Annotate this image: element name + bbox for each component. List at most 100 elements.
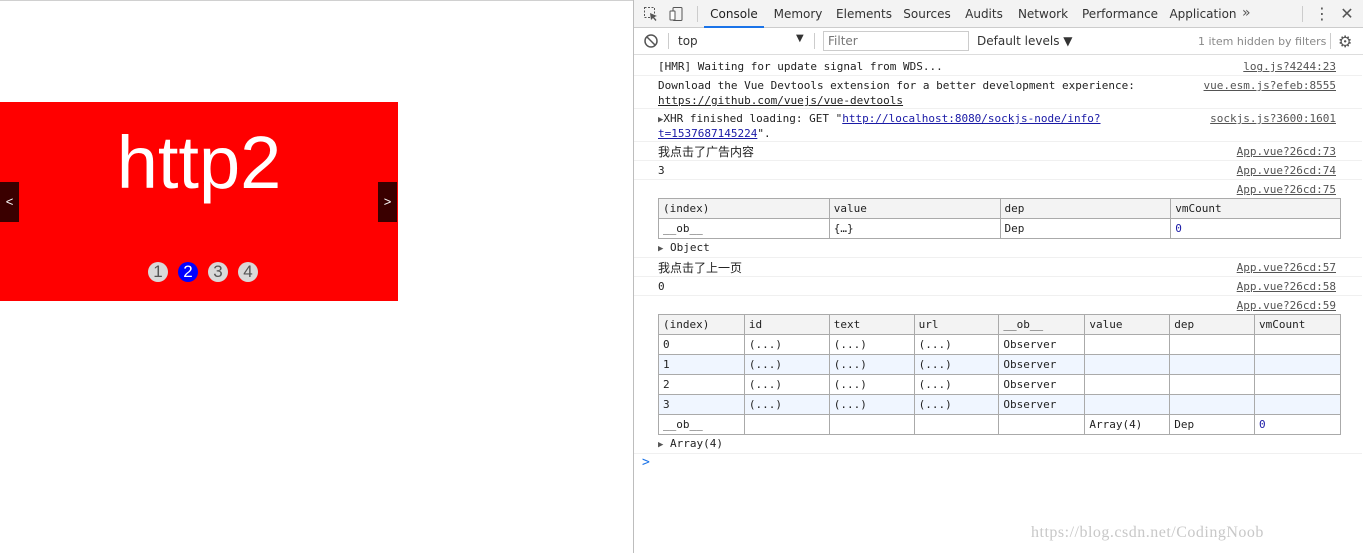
table-header[interactable]: (index) [658, 314, 745, 335]
table-header[interactable]: value [1084, 314, 1171, 335]
table-header[interactable]: (index) [658, 198, 830, 219]
table-cell: Dep [999, 218, 1172, 239]
xhr-url-link[interactable]: t=1537687145224 [658, 127, 757, 140]
source-link[interactable]: vue.esm.js?efeb:8555 [1204, 78, 1336, 94]
xhr-url-link[interactable]: http://localhost:8080/sockjs-node/info? [842, 112, 1100, 125]
table-cell [1169, 394, 1256, 415]
table-row: 3 (...) (...) (...) Observer [658, 394, 1341, 415]
tab-performance[interactable]: Performance [1082, 0, 1158, 28]
table-header[interactable]: text [828, 314, 915, 335]
settings-gear-icon[interactable]: ⚙ [1338, 32, 1352, 51]
table-cell [1084, 374, 1171, 395]
table-cell [828, 414, 915, 435]
toolbar-divider [1330, 33, 1331, 49]
prev-button[interactable]: < [0, 182, 19, 222]
table-cell: Observer [998, 334, 1086, 355]
console-filter-bar: top ▼ Default levels ▼ 1 item hidden by … [634, 28, 1363, 55]
table-row: __ob__ Array(4) Dep 0 [658, 414, 1341, 435]
tab-console[interactable]: Console [704, 0, 764, 28]
table-row: __ob__ {…} Dep 0 [658, 218, 1341, 239]
tab-memory[interactable]: Memory [770, 0, 826, 28]
carousel-dot-3[interactable]: 3 [208, 262, 228, 282]
table-cell: (...) [743, 334, 830, 355]
table-cell [1254, 334, 1341, 355]
table-cell: Observer [998, 394, 1086, 415]
tab-audits[interactable]: Audits [962, 0, 1006, 28]
table-cell: (...) [913, 334, 1000, 355]
table-cell [743, 414, 830, 435]
more-tabs-icon[interactable]: » [1242, 0, 1251, 28]
table-cell: (...) [913, 374, 1000, 395]
slide-text: http2 [116, 121, 282, 204]
carousel: http2 < > 1 2 3 4 [0, 102, 398, 301]
device-toolbar-icon[interactable] [669, 6, 685, 22]
clear-console-icon[interactable] [643, 33, 659, 49]
table-cell: (...) [828, 354, 915, 375]
carousel-dot-2[interactable]: 2 [178, 262, 198, 282]
source-link[interactable]: App.vue?26cd:57 [1237, 260, 1336, 276]
carousel-dots: 1 2 3 4 [0, 262, 398, 282]
message-value: 0 [658, 280, 665, 293]
table-cell: Observer [998, 354, 1086, 375]
array-expander[interactable]: ▶ Array(4) [658, 436, 723, 453]
tab-elements[interactable]: Elements [834, 0, 894, 28]
table-cell: 3 [658, 394, 745, 415]
table-row: 1 (...) (...) (...) Observer [658, 354, 1341, 375]
source-link[interactable]: sockjs.js?3600:1601 [1210, 111, 1336, 127]
next-button[interactable]: > [378, 182, 397, 222]
console-message: 我点击了广告内容 App.vue?26cd:73 [634, 142, 1362, 161]
table-header[interactable]: vmCount [1254, 314, 1341, 335]
table-cell [1254, 354, 1341, 375]
dropdown-arrow-icon[interactable]: ▼ [796, 33, 804, 44]
table-header[interactable]: dep [999, 198, 1172, 219]
message-text: Object [670, 241, 710, 254]
table-header[interactable]: dep [1169, 314, 1256, 335]
tab-network[interactable]: Network [1014, 0, 1072, 28]
table-cell: (...) [743, 354, 830, 375]
tab-application[interactable]: Application [1166, 0, 1240, 28]
table-cell: {…} [828, 218, 1001, 239]
close-icon[interactable]: ✕ [1340, 0, 1354, 28]
source-link[interactable]: log.js?4244:23 [1243, 59, 1336, 75]
tab-sources[interactable]: Sources [901, 0, 953, 28]
table-header[interactable]: __ob__ [998, 314, 1086, 335]
table-cell [1169, 334, 1256, 355]
table-cell: 2 [658, 374, 745, 395]
table-cell [1254, 374, 1341, 395]
table-header[interactable]: vmCount [1170, 198, 1341, 219]
table-cell: 0 [658, 334, 745, 355]
table-cell: __ob__ [658, 414, 745, 435]
filter-input[interactable] [823, 31, 969, 51]
inspect-element-icon[interactable] [643, 6, 659, 22]
table-header[interactable]: id [743, 314, 830, 335]
source-link[interactable]: App.vue?26cd:59 [1237, 298, 1336, 314]
table-cell: (...) [913, 394, 1000, 415]
table-cell: __ob__ [658, 218, 830, 239]
table-header[interactable]: value [828, 198, 1001, 219]
source-link[interactable]: App.vue?26cd:58 [1237, 279, 1336, 295]
source-link[interactable]: App.vue?26cd:74 [1237, 163, 1336, 179]
console-prompt-icon[interactable]: > [642, 455, 650, 470]
carousel-dot-1[interactable]: 1 [148, 262, 168, 282]
message-text: 我点击了广告内容 [658, 145, 755, 159]
table-cell: (...) [913, 354, 1000, 375]
carousel-dot-4[interactable]: 4 [238, 262, 258, 282]
table-cell [1169, 354, 1256, 375]
source-link[interactable]: App.vue?26cd:73 [1237, 144, 1336, 160]
object-expander[interactable]: ▶ Object [658, 240, 710, 257]
source-link[interactable]: App.vue?26cd:75 [1237, 182, 1336, 198]
disclosure-triangle-icon[interactable]: ▶ [658, 440, 663, 450]
table-cell: Array(4) [1084, 414, 1171, 435]
kebab-menu-icon[interactable]: ⋮ [1314, 0, 1330, 28]
devtools-link[interactable]: https://github.com/vuejs/vue-devtools [658, 93, 903, 109]
console-message: 3 App.vue?26cd:74 [634, 161, 1362, 180]
message-value: 3 [658, 164, 665, 177]
disclosure-triangle-icon[interactable]: ▶ [658, 244, 663, 254]
table-cell: (...) [828, 334, 915, 355]
message-text: [HMR] Waiting for update signal from WDS… [658, 60, 943, 73]
console-message: ▶XHR finished loading: GET "http://local… [634, 109, 1362, 142]
context-selector[interactable]: top [678, 34, 698, 48]
table-header[interactable]: url [913, 314, 1000, 335]
log-levels-dropdown[interactable]: Default levels ▼ [977, 34, 1073, 48]
console-message: [HMR] Waiting for update signal from WDS… [634, 57, 1362, 76]
